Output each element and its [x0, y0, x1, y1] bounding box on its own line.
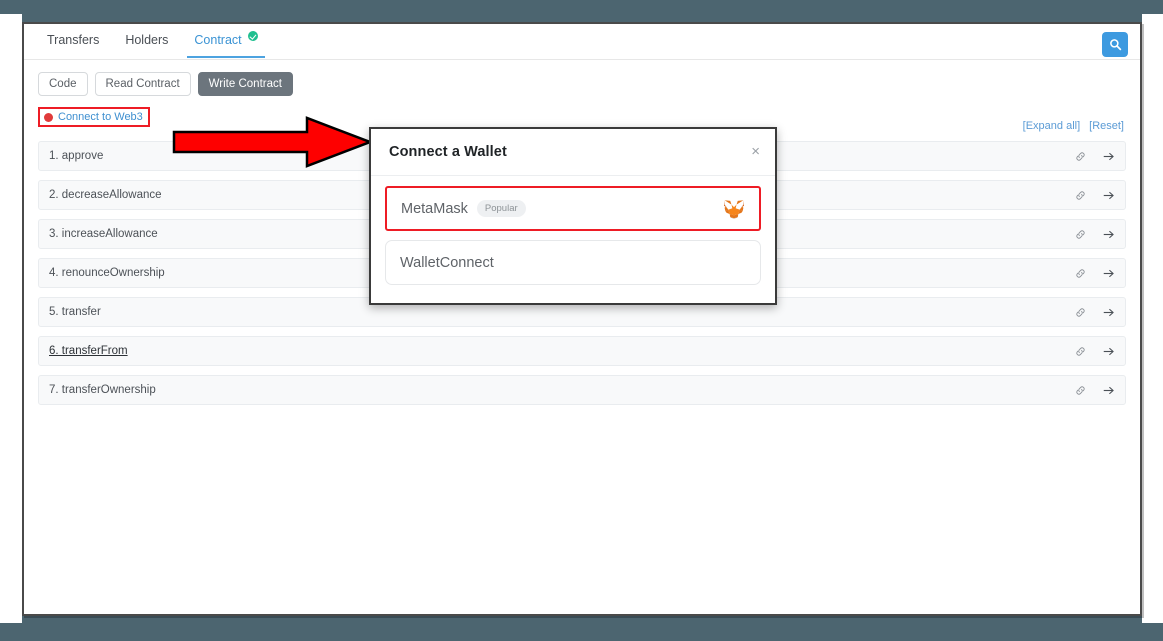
table-row[interactable]: 7. transferOwnership	[38, 375, 1126, 405]
verified-check-icon	[247, 31, 258, 41]
close-icon[interactable]: ×	[751, 144, 760, 159]
list-tools: [Expand all] [Reset]	[1023, 120, 1124, 132]
arrow-right-icon[interactable]	[1103, 346, 1115, 357]
subtab-read-contract[interactable]: Read Contract	[94, 72, 191, 96]
page-side-right	[1142, 0, 1163, 641]
function-name: 2. decreaseAllowance	[49, 189, 162, 201]
page-frame: Transfers Holders Contract Code Read Con…	[22, 22, 1142, 616]
modal-title: Connect a Wallet	[389, 144, 507, 160]
arrow-right-icon[interactable]	[1103, 190, 1115, 201]
page-side-left	[0, 0, 22, 641]
tab-transfers[interactable]: Transfers	[34, 24, 112, 57]
main-tab-bar: Transfers Holders Contract	[24, 24, 1140, 60]
tab-holders-label: Holders	[125, 33, 169, 47]
row-actions	[1075, 307, 1115, 318]
connection-status-dot-icon	[44, 112, 53, 122]
subtab-write-contract[interactable]: Write Contract	[197, 72, 293, 96]
wallet-popular-badge: Popular	[476, 200, 526, 217]
row-actions	[1075, 268, 1115, 279]
function-name: 4. renounceOwnership	[49, 267, 165, 279]
tab-contract[interactable]: Contract	[181, 24, 270, 58]
function-name: 3. increaseAllowance	[49, 228, 158, 240]
contract-subtab-bar: Code Read Contract Write Contract	[24, 60, 1140, 96]
connect-to-web3-button[interactable]: Connect to Web3	[38, 107, 150, 127]
arrow-right-icon[interactable]	[1103, 307, 1115, 318]
arrow-right-icon[interactable]	[1103, 151, 1115, 162]
function-name: 6. transferFrom	[49, 345, 128, 357]
subtab-code[interactable]: Code	[38, 72, 88, 96]
modal-body: MetaMask Popular WalletConnect	[371, 176, 775, 306]
expand-all-link[interactable]: [Expand all]	[1023, 120, 1080, 132]
top-band	[0, 0, 1163, 14]
function-name: 1. approve	[49, 150, 104, 162]
chain-link-icon[interactable]	[1075, 190, 1086, 201]
wallet-option-metamask[interactable]: MetaMask Popular	[385, 186, 761, 231]
chain-link-icon[interactable]	[1075, 229, 1086, 240]
bottom-band	[0, 623, 1163, 641]
search-button[interactable]	[1102, 32, 1128, 57]
table-row[interactable]: 6. transferFrom	[38, 336, 1126, 366]
metamask-fox-icon	[723, 199, 745, 219]
function-name: 5. transfer	[49, 306, 101, 318]
reset-link[interactable]: [Reset]	[1089, 120, 1124, 132]
row-actions	[1075, 229, 1115, 240]
chain-link-icon[interactable]	[1075, 151, 1086, 162]
connect-to-web3-label: Connect to Web3	[58, 111, 143, 123]
arrow-right-icon[interactable]	[1103, 268, 1115, 279]
function-name: 7. transferOwnership	[49, 384, 156, 396]
connect-wallet-modal: Connect a Wallet × MetaMask Popular Wall…	[369, 127, 777, 305]
wallet-name: MetaMask	[401, 200, 468, 217]
screenshot-root: Transfers Holders Contract Code Read Con…	[0, 0, 1163, 641]
row-actions	[1075, 385, 1115, 396]
chain-link-icon[interactable]	[1075, 307, 1086, 318]
modal-header: Connect a Wallet ×	[371, 129, 775, 176]
wallet-name: WalletConnect	[400, 254, 494, 271]
arrow-right-icon[interactable]	[1103, 385, 1115, 396]
wallet-option-walletconnect[interactable]: WalletConnect	[385, 240, 761, 285]
row-actions	[1075, 151, 1115, 162]
row-actions	[1075, 190, 1115, 201]
tab-transfers-label: Transfers	[47, 33, 100, 47]
chain-link-icon[interactable]	[1075, 385, 1086, 396]
row-actions	[1075, 346, 1115, 357]
chain-link-icon[interactable]	[1075, 268, 1086, 279]
tab-holders[interactable]: Holders	[112, 24, 181, 57]
chain-link-icon[interactable]	[1075, 346, 1086, 357]
arrow-right-icon[interactable]	[1103, 229, 1115, 240]
tab-contract-label: Contract	[194, 33, 242, 47]
search-icon	[1109, 39, 1121, 51]
